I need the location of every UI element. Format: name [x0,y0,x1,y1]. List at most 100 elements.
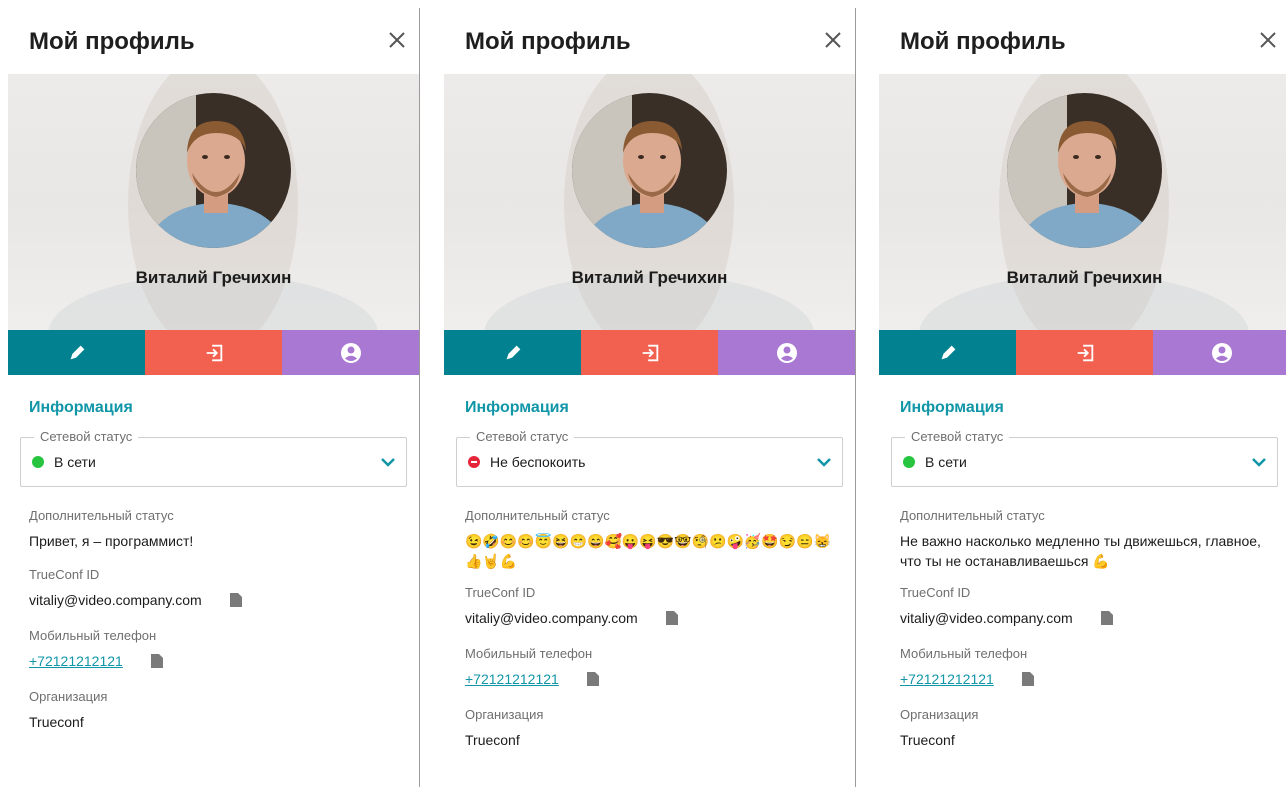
profile-panel: Мой профиль Виталий Гречихин Информация … [8,8,419,787]
panel-divider [419,8,420,787]
panel-title: Мой профиль [29,28,195,55]
organization-label: Организация [900,707,979,722]
phone-label: Мобильный телефон [29,628,157,643]
extra-status-field: Дополнительный статус 😉🤣😊😊😇😆😁😄🥰😛😝😎🤓🧐😕🤪🥳🤩… [465,508,843,571]
extra-status-value: Привет, я – программист! [29,533,194,549]
panel-header: Мой профиль [8,8,419,74]
extra-status-label: Дополнительный статус [465,508,610,523]
organization-field: Организация Trueconf [900,707,1278,750]
copy-icon[interactable] [1021,672,1034,686]
network-status-value: В сети [925,454,967,470]
copy-icon[interactable] [586,672,599,686]
copy-icon[interactable] [665,611,678,625]
phone-link[interactable]: +72121212121 [29,651,123,671]
close-icon[interactable] [1256,28,1280,52]
organization-value: Trueconf [29,714,84,730]
logout-icon [642,344,658,361]
copy-icon[interactable] [229,593,242,607]
phone-label: Мобильный телефон [465,646,593,661]
account-button[interactable] [1153,330,1286,375]
profile-hero: Виталий Гречихин [879,74,1286,330]
organization-field: Организация Trueconf [29,689,407,732]
info-section: Информация Сетевой статус В сети Дополни… [879,399,1286,750]
logout-button[interactable] [145,330,282,375]
account-button[interactable] [282,330,419,375]
avatar [1007,93,1162,248]
network-status-label: Сетевой статус [470,429,575,444]
logout-button[interactable] [581,330,718,375]
trueconf-id-value: vitaliy@video.company.com [29,592,202,608]
action-bar [879,330,1286,375]
organization-value: Trueconf [900,732,955,748]
extra-status-value: Не важно насколько медленно ты движешься… [900,533,1261,569]
profile-name: Виталий Гречихин [571,268,728,287]
phone-label: Мобильный телефон [900,646,1028,661]
phone-link[interactable]: +72121212121 [900,669,994,689]
section-title: Информация [465,399,569,416]
network-status-value: В сети [54,454,96,470]
logout-icon [1077,344,1093,361]
network-status-select[interactable]: Сетевой статус В сети [891,429,1278,487]
account-circle-icon [340,342,361,363]
network-status-value: Не беспокоить [490,454,586,470]
panel-title: Мой профиль [465,28,631,55]
action-bar [444,330,855,375]
status-dnd-icon [468,456,480,468]
extra-status-field: Дополнительный статус Привет, я – програ… [29,508,407,551]
avatar [136,93,291,248]
panel-header: Мой профиль [879,8,1286,74]
organization-value: Trueconf [465,732,520,748]
info-section: Информация Сетевой статус Не беспокоить … [444,399,855,750]
account-circle-icon [776,342,797,363]
chevron-down-icon[interactable] [1251,454,1267,470]
panel-header: Мой профиль [444,8,855,74]
organization-label: Организация [465,707,544,722]
profile-hero: Виталий Гречихин [444,74,855,330]
edit-profile-button[interactable] [444,330,581,375]
phone-field: Мобильный телефон +72121212121 [465,646,843,689]
action-bar [8,330,419,375]
info-section: Информация Сетевой статус В сети Дополни… [8,399,419,732]
profile-hero: Виталий Гречихин [8,74,419,330]
trueconf-id-value: vitaliy@video.company.com [900,610,1073,626]
trueconf-id-label: TrueConf ID [29,567,100,582]
copy-icon[interactable] [1100,611,1113,625]
status-online-icon [903,456,915,468]
profile-name: Виталий Гречихин [1006,268,1163,287]
close-icon[interactable] [821,28,845,52]
section-title: Информация [29,399,133,416]
logout-button[interactable] [1016,330,1153,375]
pencil-icon [70,345,84,359]
pencil-icon [506,345,520,359]
trueconf-id-field: TrueConf ID vitaliy@video.company.com [900,585,1278,628]
network-status-select[interactable]: Сетевой статус В сети [20,429,407,487]
status-online-icon [32,456,44,468]
phone-link[interactable]: +72121212121 [465,669,559,689]
extra-status-field: Дополнительный статус Не важно насколько… [900,508,1278,571]
network-status-label: Сетевой статус [34,429,139,444]
chevron-down-icon[interactable] [380,454,396,470]
trueconf-id-value: vitaliy@video.company.com [465,610,638,626]
trueconf-id-field: TrueConf ID vitaliy@video.company.com [465,585,843,628]
profile-panel: Мой профиль Виталий Гречихин Информация … [879,8,1286,787]
chevron-down-icon[interactable] [816,454,832,470]
pencil-icon [941,345,955,359]
edit-profile-button[interactable] [879,330,1016,375]
close-icon[interactable] [385,28,409,52]
edit-profile-button[interactable] [8,330,145,375]
organization-label: Организация [29,689,108,704]
phone-field: Мобильный телефон +72121212121 [900,646,1278,689]
panel-title: Мой профиль [900,28,1066,55]
account-button[interactable] [718,330,855,375]
profile-name: Виталий Гречихин [135,268,292,287]
extra-status-value: 😉🤣😊😊😇😆😁😄🥰😛😝😎🤓🧐😕🤪🥳🤩😏😑😸👍🤘💪 [465,533,832,569]
trueconf-id-label: TrueConf ID [900,585,971,600]
profile-panel: Мой профиль Виталий Гречихин Информация … [444,8,855,787]
copy-icon[interactable] [150,654,163,668]
trueconf-id-label: TrueConf ID [465,585,536,600]
account-circle-icon [1211,342,1232,363]
extra-status-label: Дополнительный статус [900,508,1045,523]
network-status-select[interactable]: Сетевой статус Не беспокоить [456,429,843,487]
organization-field: Организация Trueconf [465,707,843,750]
panel-divider [855,8,856,787]
